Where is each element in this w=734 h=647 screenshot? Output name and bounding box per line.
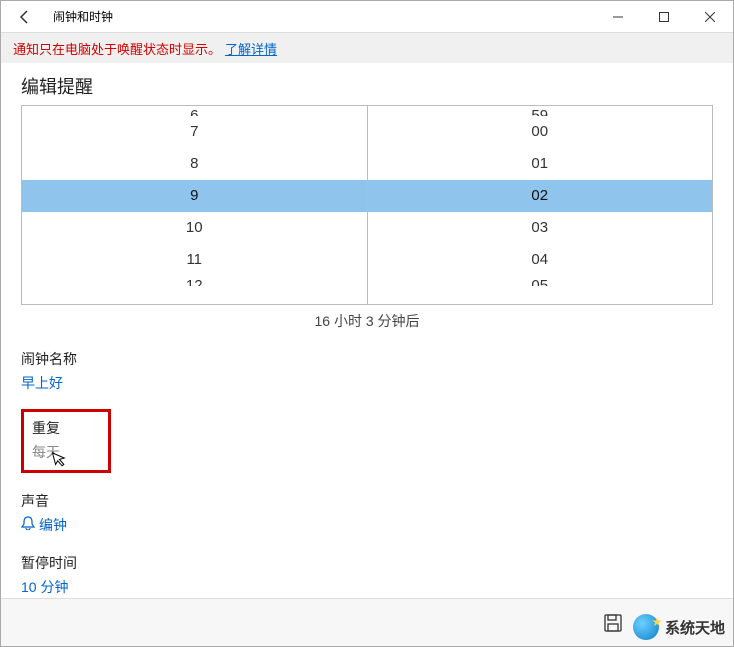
snooze-field[interactable]: 暂停时间 10 分钟	[21, 553, 713, 597]
watermark-text: 系统天地	[665, 617, 725, 638]
countdown-text: 16 小时 3 分钟后	[21, 311, 713, 331]
snooze-value[interactable]: 10 分钟	[21, 577, 713, 597]
repeat-field-highlighted[interactable]: 重复 每天	[21, 409, 111, 473]
minute-option[interactable]: 05	[368, 276, 713, 286]
arrow-left-icon	[17, 9, 33, 25]
hour-option[interactable]: 6	[22, 106, 367, 116]
sound-value[interactable]: 编钟	[21, 515, 713, 535]
hour-option[interactable]: 7	[22, 116, 367, 148]
save-button[interactable]	[593, 603, 633, 643]
learn-more-link[interactable]: 了解详情	[225, 39, 277, 58]
time-picker[interactable]: 6 7 8 9 10 11 12 59 00 01 02 03 04 05	[21, 105, 713, 305]
close-icon	[705, 12, 715, 22]
hour-option[interactable]: 10	[22, 212, 367, 244]
content-area: 编辑提醒 6 7 8 9 10 11 12 59 00 01 02 03 04 …	[1, 63, 733, 597]
save-icon	[603, 613, 623, 633]
back-button[interactable]	[1, 1, 49, 33]
titlebar: 闹钟和时钟	[1, 1, 733, 33]
notification-warning: 通知只在电脑处于唤醒状态时显示。	[13, 39, 221, 58]
minimize-icon	[613, 12, 623, 22]
hour-option-selected[interactable]: 9	[22, 180, 367, 212]
hour-option[interactable]: 11	[22, 244, 367, 276]
minute-option[interactable]: 59	[368, 106, 713, 116]
close-button[interactable]	[687, 1, 733, 33]
minute-option-selected[interactable]: 02	[368, 180, 713, 212]
sound-field[interactable]: 声音 编钟	[21, 491, 713, 535]
repeat-label: 重复	[32, 418, 100, 438]
watermark: 系统天地	[633, 614, 725, 640]
minute-option[interactable]: 01	[368, 148, 713, 180]
minute-column[interactable]: 59 00 01 02 03 04 05	[368, 106, 713, 304]
minute-option[interactable]: 04	[368, 244, 713, 276]
minute-option[interactable]: 03	[368, 212, 713, 244]
globe-icon	[633, 614, 659, 640]
hour-option[interactable]: 8	[22, 148, 367, 180]
page-title: 编辑提醒	[21, 73, 713, 99]
maximize-button[interactable]	[641, 1, 687, 33]
minimize-button[interactable]	[595, 1, 641, 33]
bell-icon	[21, 516, 35, 533]
snooze-label: 暂停时间	[21, 553, 713, 573]
sound-value-text: 编钟	[39, 517, 67, 533]
window-title: 闹钟和时钟	[49, 8, 113, 25]
bottom-bar	[1, 598, 733, 646]
alarm-name-value[interactable]: 早上好	[21, 373, 713, 393]
minute-option[interactable]: 00	[368, 116, 713, 148]
alarm-name-field[interactable]: 闹钟名称 早上好	[21, 349, 713, 393]
notification-bar: 通知只在电脑处于唤醒状态时显示。 了解详情	[1, 33, 733, 63]
alarm-name-label: 闹钟名称	[21, 349, 713, 369]
maximize-icon	[659, 12, 669, 22]
hour-option[interactable]: 12	[22, 276, 367, 286]
sound-label: 声音	[21, 491, 713, 511]
hour-column[interactable]: 6 7 8 9 10 11 12	[22, 106, 368, 304]
